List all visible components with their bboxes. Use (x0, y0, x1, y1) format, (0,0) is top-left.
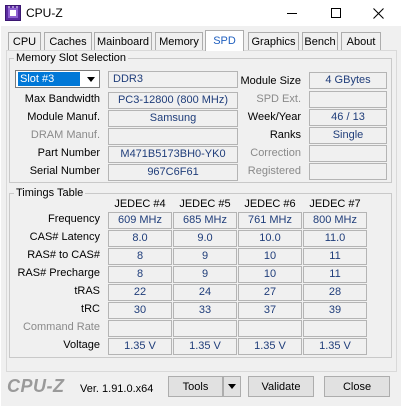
timings-column-header: JEDEC #5 (179, 198, 231, 210)
module-size-value: 4 GBytes (309, 72, 387, 89)
tab-spd[interactable]: SPD (205, 30, 244, 51)
timing-cell: 1.35 V (108, 338, 172, 355)
timing-cell (108, 320, 172, 337)
tools-button-label: Tools (182, 380, 209, 393)
tab-memory[interactable]: Memory (155, 32, 203, 50)
timing-cell: 1.35 V (173, 338, 237, 355)
max-bandwidth-label: Max Bandwidth (24, 93, 100, 105)
timing-row-label: tRAS (74, 285, 100, 297)
timing-cell: 30 (108, 302, 172, 319)
timing-cell (238, 320, 302, 337)
timing-cell: 37 (238, 302, 302, 319)
dropdown-arrow-icon (228, 384, 236, 389)
timing-cell: 761 MHz (238, 212, 302, 229)
timing-cell: 685 MHz (173, 212, 237, 229)
timing-cell: 10.0 (238, 230, 302, 247)
timing-row-label: Command Rate (22, 321, 100, 333)
tools-button[interactable]: Tools (168, 376, 223, 397)
timing-cell: 28 (303, 284, 367, 301)
timing-cell: 11.0 (303, 230, 367, 247)
tab-graphics[interactable]: Graphics (248, 32, 299, 50)
part-number-label: Part Number (37, 147, 100, 159)
timing-cell: 8 (108, 248, 172, 265)
spd-ext-value (309, 91, 387, 108)
tab-about[interactable]: About (341, 32, 381, 50)
spd-ext-label: SPD Ext. (256, 93, 301, 105)
memory-type-field: DDR3 (108, 71, 238, 88)
tools-dropdown-button[interactable] (223, 376, 241, 397)
timing-cell: 11 (303, 266, 367, 283)
timings-table-group-title: Timings Table (14, 187, 86, 199)
timing-cell (173, 320, 237, 337)
timing-cell: 24 (173, 284, 237, 301)
timing-row-label: RAS# Precharge (17, 267, 100, 279)
registered-label: Registered (247, 165, 301, 177)
timing-cell (303, 320, 367, 337)
maximize-icon (331, 8, 341, 18)
serial-number-value: 967C6F61 (108, 164, 238, 181)
part-number-value: M471B5173BH0-YK0 (108, 146, 238, 163)
timing-cell: 33 (173, 302, 237, 319)
timing-cell: 1.35 V (238, 338, 302, 355)
validate-button-label: Validate (261, 380, 301, 393)
dram-manuf-value (108, 128, 238, 145)
tab-mainboard[interactable]: Mainboard (94, 32, 152, 50)
correction-value (309, 145, 387, 162)
week-year-value: 46 / 13 (309, 109, 387, 126)
timing-cell: 39 (303, 302, 367, 319)
timing-cell: 800 MHz (303, 212, 367, 229)
max-bandwidth-value: PC3-12800 (800 MHz) (108, 92, 238, 109)
ranks-value: Single (309, 127, 387, 144)
tab-bench[interactable]: Bench (302, 32, 338, 50)
timing-cell: 9 (173, 266, 237, 283)
cpuz-app-icon (5, 5, 21, 21)
dram-manuf-label: DRAM Manuf. (30, 129, 100, 141)
memory-slot-group-title: Memory Slot Selection (14, 52, 129, 64)
version-label: Ver. 1.91.0.x64 (80, 383, 154, 395)
timing-cell: 27 (238, 284, 302, 301)
timing-cell: 8 (108, 266, 172, 283)
timings-column-header: JEDEC #4 (114, 198, 166, 210)
minimize-button[interactable] (270, 0, 314, 26)
close-button-label: Close (342, 380, 372, 393)
tab-cpu[interactable]: CPU (8, 32, 41, 50)
timing-cell: 10 (238, 266, 302, 283)
timing-cell: 11 (303, 248, 367, 265)
maximize-button[interactable] (314, 0, 358, 26)
timing-cell: 9.0 (173, 230, 237, 247)
close-icon (372, 7, 384, 19)
ranks-label: Ranks (269, 129, 301, 141)
window-title: CPU-Z (26, 6, 63, 20)
timing-cell: 22 (108, 284, 172, 301)
close-window-button[interactable] (356, 0, 400, 26)
registered-value (309, 163, 387, 180)
module-manuf-label: Module Manuf. (27, 111, 100, 123)
timing-row-label: tRC (81, 303, 100, 315)
timing-row-label: Frequency (48, 213, 100, 225)
module-manuf-value: Samsung (108, 110, 238, 127)
timing-cell: 1.35 V (303, 338, 367, 355)
timings-column-header: JEDEC #6 (244, 198, 296, 210)
slot-select[interactable]: Slot #3 (15, 70, 100, 88)
timing-row-label: RAS# to CAS# (27, 249, 100, 261)
module-size-label: Module Size (240, 75, 301, 87)
week-year-label: Week/Year (247, 111, 301, 123)
timing-cell: 10 (238, 248, 302, 265)
timing-row-label: CAS# Latency (29, 231, 100, 243)
correction-label: Correction (250, 147, 301, 159)
timing-row-label: Voltage (63, 339, 100, 351)
serial-number-label: Serial Number (29, 165, 100, 177)
validate-button[interactable]: Validate (248, 376, 314, 397)
timing-cell: 8.0 (108, 230, 172, 247)
tab-caches[interactable]: Caches (44, 32, 92, 50)
close-button[interactable]: Close (324, 376, 390, 397)
cpuz-brand-logo: CPU-Z (7, 376, 65, 396)
timing-cell: 9 (173, 248, 237, 265)
minimize-icon (287, 13, 297, 14)
slot-select-value: Slot #3 (18, 72, 80, 86)
timings-column-header: JEDEC #7 (309, 198, 361, 210)
timing-cell: 609 MHz (108, 212, 172, 229)
dropdown-arrow-icon (84, 72, 98, 86)
